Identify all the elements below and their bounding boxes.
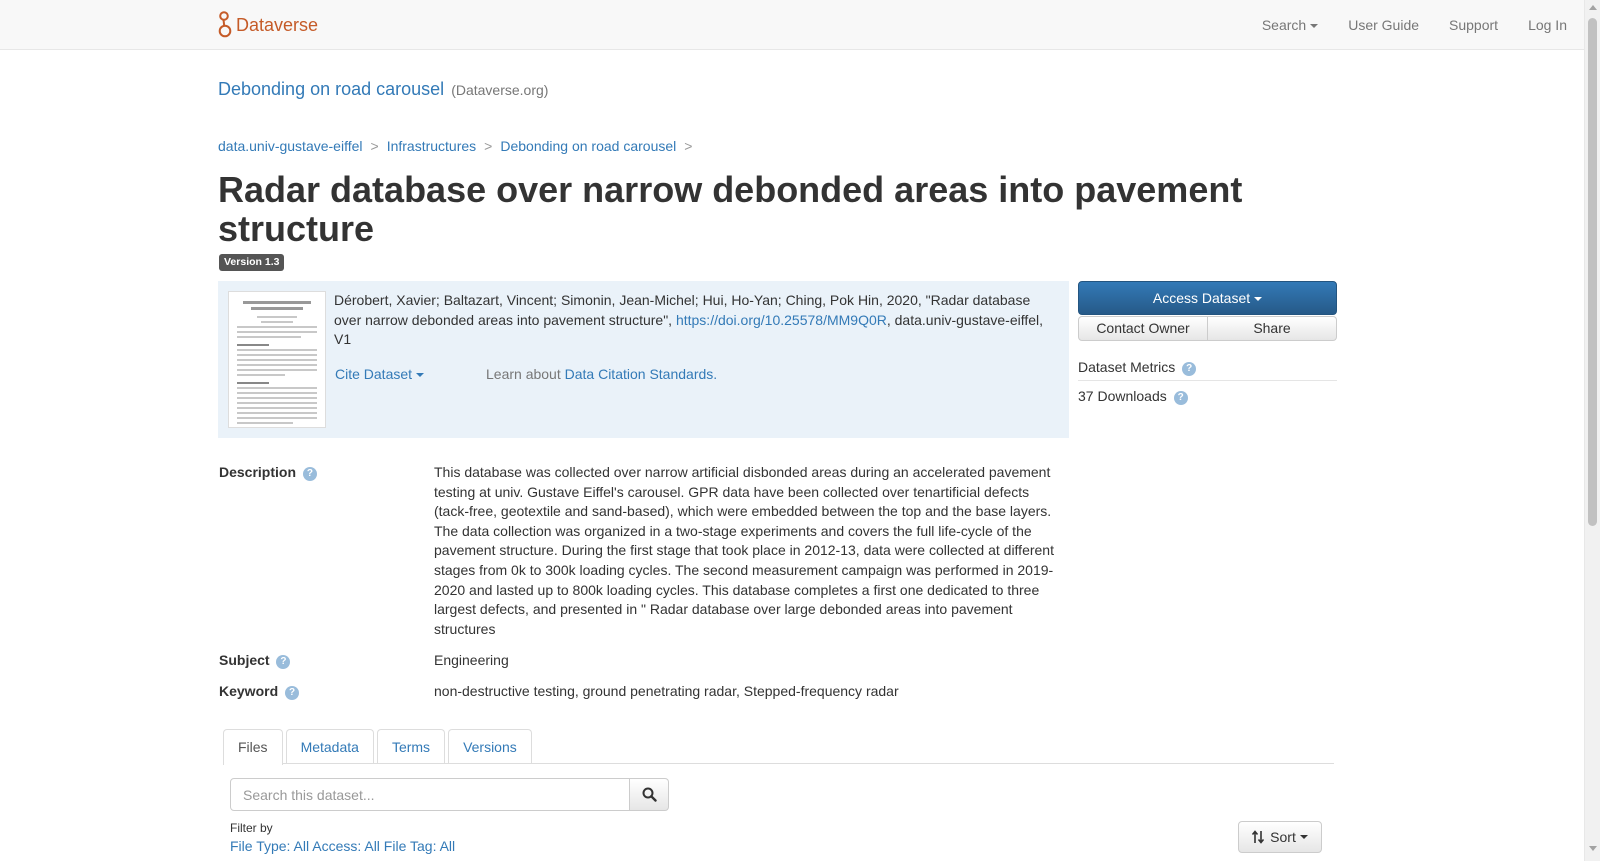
chevron-down-icon xyxy=(1299,835,1308,839)
nav-search-label: Search xyxy=(1261,17,1307,33)
sort-button[interactable]: Sort xyxy=(1238,821,1322,853)
file-search-button[interactable] xyxy=(630,778,669,811)
chevron-down-icon xyxy=(1310,24,1319,29)
breadcrumb-separator: > xyxy=(484,138,493,154)
learn-prefix: Learn about xyxy=(486,366,565,382)
breadcrumb-item-debonding[interactable]: Debonding on road carousel xyxy=(500,138,676,154)
downloads-label: 37 Downloads xyxy=(1078,388,1167,404)
nav-support[interactable]: Support xyxy=(1449,17,1498,33)
keyword-label: Keyword xyxy=(219,683,279,699)
help-question-icon[interactable]: ? xyxy=(1173,391,1188,405)
learn-citation-standards: Learn about Data Citation Standards. xyxy=(486,366,717,382)
nav-login[interactable]: Log In xyxy=(1528,17,1567,33)
dataset-thumbnail xyxy=(228,291,326,428)
help-question-icon[interactable]: ? xyxy=(302,467,317,481)
search-icon xyxy=(642,787,657,802)
dataverse-header: Debonding on road carousel (Dataverse.or… xyxy=(218,79,548,100)
nav-user-guide[interactable]: User Guide xyxy=(1348,17,1419,33)
subject-value: Engineering xyxy=(434,652,509,668)
access-dataset-label: Access Dataset xyxy=(1152,290,1251,306)
breadcrumb: data.univ-gustave-eiffel > Infrastructur… xyxy=(218,138,700,154)
navbar-menu: Search User Guide Support Log In xyxy=(1232,0,1567,50)
dataset-metrics-title: Dataset Metrics xyxy=(1078,359,1176,375)
scrollbar-thumb[interactable] xyxy=(1588,18,1597,526)
downloads-count: 37 Downloads ? xyxy=(1078,388,1188,405)
description-label-row: Description ? xyxy=(219,464,317,481)
dataverse-affiliation: (Dataverse.org) xyxy=(451,82,549,98)
dataverse-name-link[interactable]: Debonding on road carousel xyxy=(218,79,444,99)
contact-owner-button[interactable]: Contact Owner xyxy=(1078,316,1208,341)
doi-link[interactable]: https://doi.org/10.25578/MM9Q0R xyxy=(676,312,887,328)
tab-metadata[interactable]: Metadata xyxy=(285,729,374,764)
file-filter-links[interactable]: File Type: All Access: All File Tag: All xyxy=(230,838,455,854)
filter-by-label: Filter by xyxy=(230,821,273,835)
citation-text: Dérobert, Xavier; Baltazart, Vincent; Si… xyxy=(334,291,1054,350)
dataset-metrics-heading: Dataset Metrics ? xyxy=(1078,359,1337,381)
share-button[interactable]: Share xyxy=(1208,316,1337,341)
breadcrumb-separator: > xyxy=(684,138,693,154)
dataverse-logo-icon xyxy=(218,11,232,38)
breadcrumb-separator: > xyxy=(370,138,379,154)
description-value: This database was collected over narrow … xyxy=(434,464,1054,637)
subject-label-row: Subject ? xyxy=(219,652,291,669)
version-badge: Version 1.3 xyxy=(219,254,285,271)
brand-logo-link[interactable]: Dataverse xyxy=(218,10,318,40)
breadcrumb-item-infrastructures[interactable]: Infrastructures xyxy=(387,138,476,154)
scroll-down-arrow-icon[interactable] xyxy=(1589,846,1597,851)
tab-versions[interactable]: Versions xyxy=(448,729,532,764)
help-question-icon[interactable]: ? xyxy=(276,655,291,669)
breadcrumb-item-root[interactable]: data.univ-gustave-eiffel xyxy=(218,138,363,154)
page-scrollbar[interactable] xyxy=(1584,0,1600,861)
help-question-icon[interactable]: ? xyxy=(285,686,300,700)
tab-terms[interactable]: Terms xyxy=(376,729,446,764)
tab-files[interactable]: Files xyxy=(223,729,283,765)
file-search-input[interactable] xyxy=(230,778,630,811)
citation-box: Dérobert, Xavier; Baltazart, Vincent; Si… xyxy=(218,281,1069,438)
nav-search-dropdown[interactable]: Search xyxy=(1261,17,1319,33)
cite-dataset-dropdown[interactable]: Cite Dataset xyxy=(335,366,425,382)
chevron-down-icon xyxy=(1254,297,1263,302)
file-search-group xyxy=(230,778,669,811)
page-title: Radar database over narrow debonded area… xyxy=(218,169,1243,249)
dataset-tabs: Files Metadata Terms Versions xyxy=(223,729,1334,765)
brand-name: Dataverse xyxy=(236,14,319,35)
dataset-action-group: Contact Owner Share xyxy=(1078,316,1337,345)
help-question-icon[interactable]: ? xyxy=(1182,362,1197,376)
keyword-label-row: Keyword ? xyxy=(219,683,300,700)
scroll-up-arrow-icon[interactable] xyxy=(1589,5,1597,10)
subject-label: Subject xyxy=(219,652,270,668)
keyword-value: non-destructive testing, ground penetrat… xyxy=(434,683,899,699)
access-dataset-button[interactable]: Access Dataset xyxy=(1078,281,1337,315)
navbar: Dataverse Search User Guide Support Log … xyxy=(0,0,1584,50)
data-citation-standards-link[interactable]: Data Citation Standards. xyxy=(565,366,718,382)
chevron-down-icon xyxy=(416,373,425,378)
sort-label: Sort xyxy=(1270,829,1296,845)
description-label: Description xyxy=(219,464,297,480)
sort-icon xyxy=(1252,830,1265,844)
cite-dataset-label: Cite Dataset xyxy=(335,366,413,382)
